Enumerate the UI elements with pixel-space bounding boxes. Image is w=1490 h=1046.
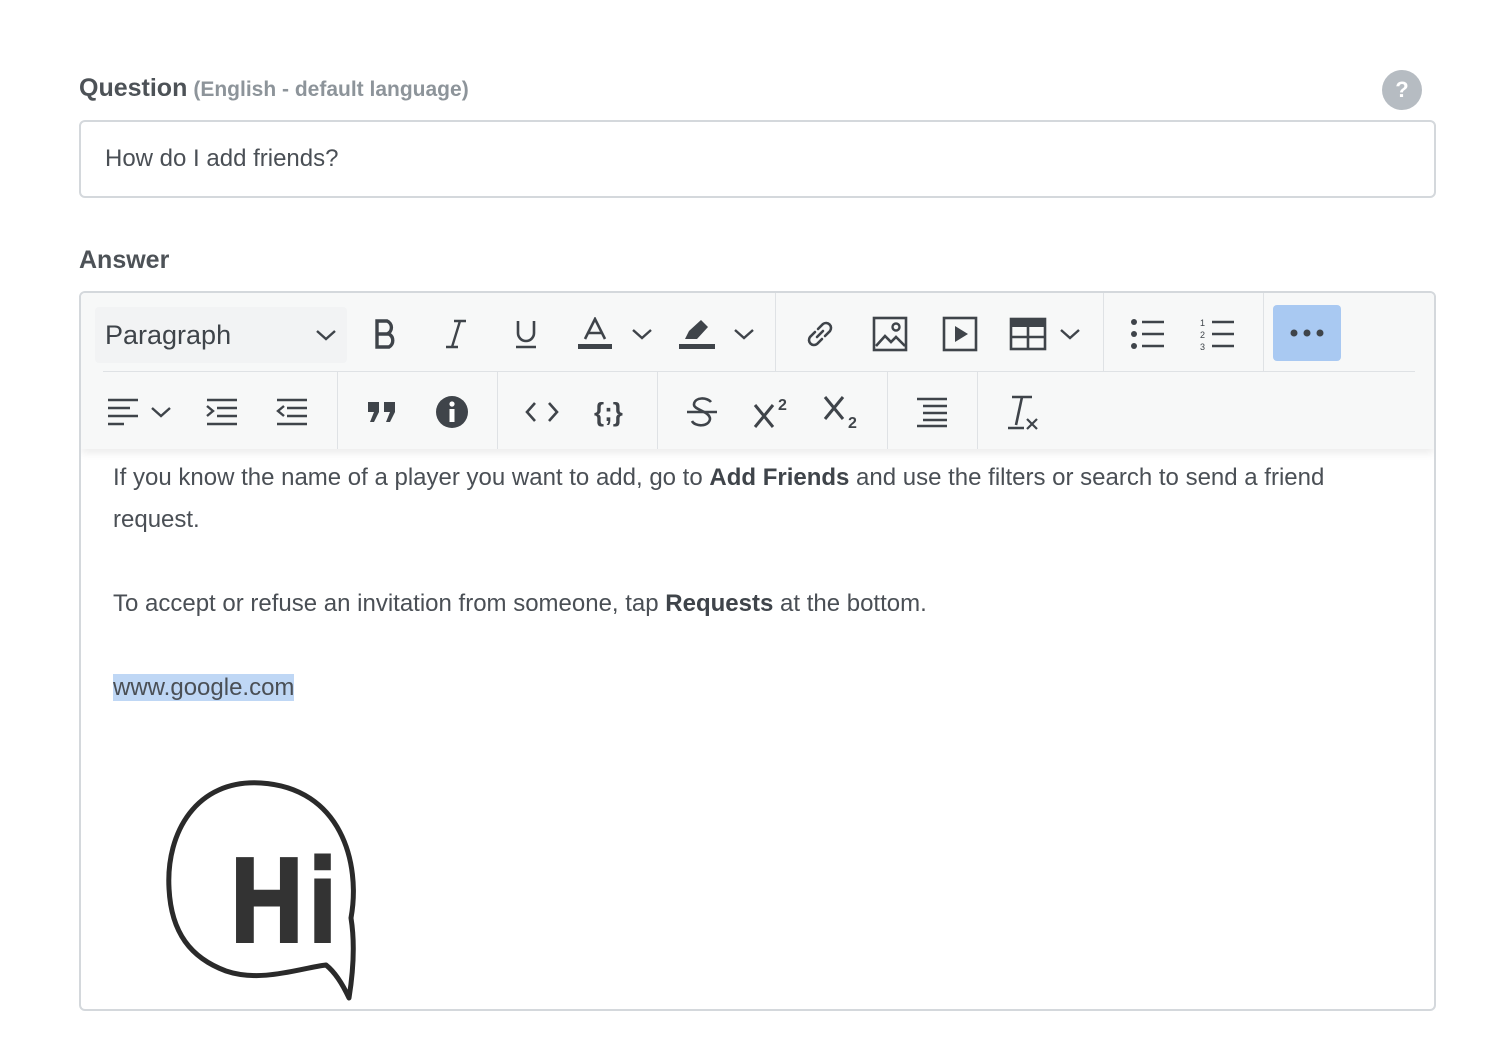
block-format-label: Paragraph (105, 319, 232, 350)
inline-code-button[interactable] (519, 385, 565, 439)
font-color-icon (578, 317, 612, 349)
selected-link-text[interactable]: www.google.com (113, 674, 295, 701)
answer-paragraph-1: If you know the name of a player you wan… (113, 457, 1374, 541)
editor-content[interactable]: If you know the name of a player you wan… (113, 457, 1374, 709)
bold-button[interactable] (363, 307, 409, 361)
outdent-button[interactable] (269, 385, 315, 439)
svg-text:2: 2 (848, 415, 857, 429)
numbered-list-icon: 1 2 3 (1200, 318, 1234, 351)
link-icon (807, 321, 833, 347)
video-button[interactable] (937, 307, 983, 361)
svg-text:2: 2 (1200, 330, 1205, 340)
p2-text-start: To accept or refuse an invitation from s… (113, 590, 666, 617)
info-button[interactable] (429, 385, 475, 439)
p2-bold-text: Requests (665, 590, 774, 617)
code-block-icon: {;} (594, 397, 623, 427)
line-spacing-icon (917, 397, 947, 428)
p1-bold-text: Add Friends (709, 464, 850, 491)
answer-editor: Paragraph 1 2 3 {;} 2 2 If you know the … (79, 291, 1436, 1011)
image-button[interactable] (867, 307, 913, 361)
italic-button[interactable] (433, 307, 479, 361)
image-icon (872, 316, 908, 352)
align-left-icon (108, 398, 138, 426)
chevron-down-icon (151, 407, 171, 418)
bullet-list-icon (1131, 319, 1164, 349)
blockquote-button[interactable] (359, 385, 405, 439)
bold-icon (375, 319, 395, 349)
video-icon (942, 316, 978, 352)
p1-text-start: If you know the name of a player you wan… (113, 464, 710, 491)
question-label-text: Question (79, 74, 188, 102)
superscript-icon: 2 (753, 397, 787, 428)
hi-speech-bubble-image[interactable]: Hi (111, 753, 411, 1011)
underline-icon (516, 321, 536, 349)
hi-image-text: Hi (227, 835, 338, 972)
question-language: (English - default language) (193, 78, 469, 101)
chevron-down-icon (316, 330, 336, 341)
block-format-select[interactable]: Paragraph (95, 307, 347, 363)
answer-label: Answer (79, 246, 170, 274)
superscript-button[interactable]: 2 (749, 385, 795, 439)
highlight-icon (679, 320, 715, 349)
strikethrough-button[interactable] (679, 385, 725, 439)
answer-paragraph-2: To accept or refuse an invitation from s… (113, 583, 1374, 625)
svg-text:2: 2 (778, 397, 787, 414)
indent-button[interactable] (199, 385, 245, 439)
outdent-icon (276, 398, 307, 426)
question-input[interactable] (79, 120, 1436, 198)
numbered-list-button[interactable]: 1 2 3 (1195, 307, 1241, 361)
table-icon (1009, 317, 1047, 351)
svg-text:1: 1 (1200, 318, 1205, 328)
more-icon (1290, 329, 1324, 337)
align-button[interactable] (101, 385, 177, 439)
svg-text:{;}: {;} (594, 397, 623, 427)
underline-button[interactable] (503, 307, 549, 361)
code-block-button[interactable]: {;} (589, 385, 635, 439)
svg-text:3: 3 (1200, 342, 1205, 351)
p2-text-end: at the bottom. (773, 590, 927, 617)
info-icon (436, 396, 468, 428)
chevron-down-icon (734, 329, 754, 340)
more-button[interactable] (1273, 305, 1341, 361)
editor-toolbar: Paragraph 1 2 3 {;} 2 2 (81, 293, 1434, 449)
clear-format-button[interactable] (999, 385, 1045, 439)
font-color-button[interactable] (573, 307, 655, 361)
link-button[interactable] (797, 307, 843, 361)
indent-icon (206, 398, 237, 426)
answer-paragraph-3: www.google.com (113, 667, 1374, 709)
subscript-button[interactable]: 2 (819, 385, 865, 439)
help-icon[interactable]: ? (1382, 70, 1422, 110)
table-button[interactable] (1005, 307, 1085, 361)
italic-icon (446, 319, 466, 349)
question-label: Question (English - default language) (79, 74, 469, 103)
strikethrough-icon (687, 397, 717, 427)
chevron-down-icon (632, 329, 652, 340)
bullet-list-button[interactable] (1125, 307, 1171, 361)
chevron-down-icon (1060, 329, 1080, 340)
highlight-button[interactable] (675, 307, 757, 361)
code-icon (525, 402, 559, 422)
clear-format-icon (1008, 395, 1038, 430)
blockquote-icon (368, 402, 395, 422)
subscript-icon: 2 (823, 396, 857, 429)
line-spacing-button[interactable] (909, 385, 955, 439)
